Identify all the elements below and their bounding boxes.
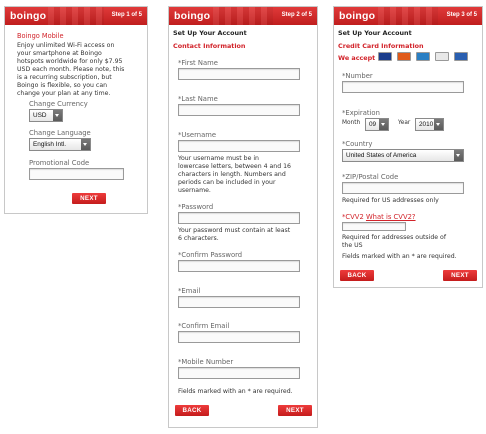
required-note: Fields marked with an * are required. — [178, 388, 293, 395]
zip-help: Required for US addresses only — [342, 197, 439, 204]
chevron-down-icon — [379, 119, 388, 130]
jcb-icon — [454, 52, 468, 61]
step2-panel: boingo Step 2 of 5 Set Up Your Account C… — [168, 6, 318, 428]
currency-select[interactable]: USD — [29, 109, 63, 122]
step2-header: boingo Step 2 of 5 — [169, 7, 317, 25]
last-name-input[interactable] — [178, 104, 300, 116]
username-label: *Username — [178, 131, 217, 139]
step3-header: boingo Step 3 of 5 — [334, 7, 482, 25]
email-input[interactable] — [178, 296, 300, 308]
boingo-logo: boingo — [10, 10, 47, 22]
username-help: Your username must be in lowercase lette… — [178, 155, 291, 194]
step-indicator: Step 2 of 5 — [281, 12, 312, 18]
month-label: Month — [342, 120, 361, 126]
password-input[interactable] — [178, 212, 300, 224]
section-title: Credit Card Information — [338, 42, 424, 50]
page-title: Set Up Your Account — [173, 29, 247, 37]
language-label: Change Language — [29, 129, 91, 137]
cvv-help: Required for addresses outside of the US — [342, 234, 447, 249]
cvv-label: *CVV2 — [342, 213, 364, 221]
next-button[interactable]: NEXT — [72, 193, 106, 204]
year-select[interactable]: 2010 — [415, 118, 444, 131]
password-label: *Password — [178, 203, 214, 211]
card-number-label: *Number — [342, 72, 373, 80]
chevron-down-icon — [81, 139, 90, 150]
confirm-email-input[interactable] — [178, 331, 300, 343]
step3-panel: boingo Step 3 of 5 Set Up Your Account C… — [333, 6, 483, 288]
chevron-down-icon — [53, 110, 62, 121]
next-button[interactable]: NEXT — [278, 405, 312, 416]
chevron-down-icon — [454, 150, 463, 161]
back-button[interactable]: BACK — [175, 405, 209, 416]
plan-title: Boingo Mobile — [17, 32, 64, 40]
boingo-logo: boingo — [174, 10, 211, 22]
card-number-input[interactable] — [342, 81, 464, 93]
month-select[interactable]: 09 — [365, 118, 389, 131]
language-select[interactable]: English Intl. — [29, 138, 91, 151]
mobile-label: *Mobile Number — [178, 358, 234, 366]
chevron-down-icon — [434, 119, 443, 130]
next-button[interactable]: NEXT — [443, 270, 477, 281]
expiration-label: *Expiration — [342, 109, 380, 117]
section-title: Contact Information — [173, 42, 246, 50]
promo-label: Promotional Code — [29, 159, 90, 167]
confirm-password-input[interactable] — [178, 260, 300, 272]
cvv-input[interactable] — [342, 222, 406, 231]
zip-input[interactable] — [342, 182, 464, 194]
cvv-label-row: *CVV2 What is CVV2? — [342, 213, 416, 221]
step-indicator: Step 3 of 5 — [446, 12, 477, 18]
page-title: Set Up Your Account — [338, 29, 412, 37]
back-button[interactable]: BACK — [340, 270, 374, 281]
currency-label: Change Currency — [29, 100, 88, 108]
promo-code-input[interactable] — [29, 168, 124, 180]
amex-icon — [416, 52, 430, 61]
plan-description: Enjoy unlimited Wi-Fi access on your sma… — [17, 42, 125, 97]
zip-label: *ZIP/Postal Code — [342, 173, 399, 181]
country-select[interactable]: United States of America — [342, 149, 464, 162]
step-indicator: Step 1 of 5 — [111, 12, 142, 18]
year-label: Year — [398, 120, 411, 126]
first-name-label: *First Name — [178, 59, 218, 67]
first-name-input[interactable] — [178, 68, 300, 80]
step1-header: boingo Step 1 of 5 — [5, 7, 147, 25]
email-label: *Email — [178, 287, 201, 295]
mastercard-icon — [397, 52, 411, 61]
confirm-email-label: *Confirm Email — [178, 322, 230, 330]
card-logos — [378, 52, 472, 61]
boingo-logo: boingo — [339, 10, 376, 22]
last-name-label: *Last Name — [178, 95, 218, 103]
visa-icon — [378, 52, 392, 61]
mobile-input[interactable] — [178, 367, 300, 379]
what-is-cvv2-link[interactable]: What is CVV2? — [366, 213, 416, 221]
required-note: Fields marked with an * are required. — [342, 253, 457, 260]
step1-panel: boingo Step 1 of 5 Boingo Mobile Enjoy u… — [4, 6, 148, 214]
discover-icon — [435, 52, 449, 61]
password-help: Your password must contain at least 6 ch… — [178, 227, 291, 242]
we-accept-label: We accept — [338, 54, 376, 62]
confirm-password-label: *Confirm Password — [178, 251, 243, 259]
username-input[interactable] — [178, 140, 300, 152]
country-label: *Country — [342, 140, 373, 148]
